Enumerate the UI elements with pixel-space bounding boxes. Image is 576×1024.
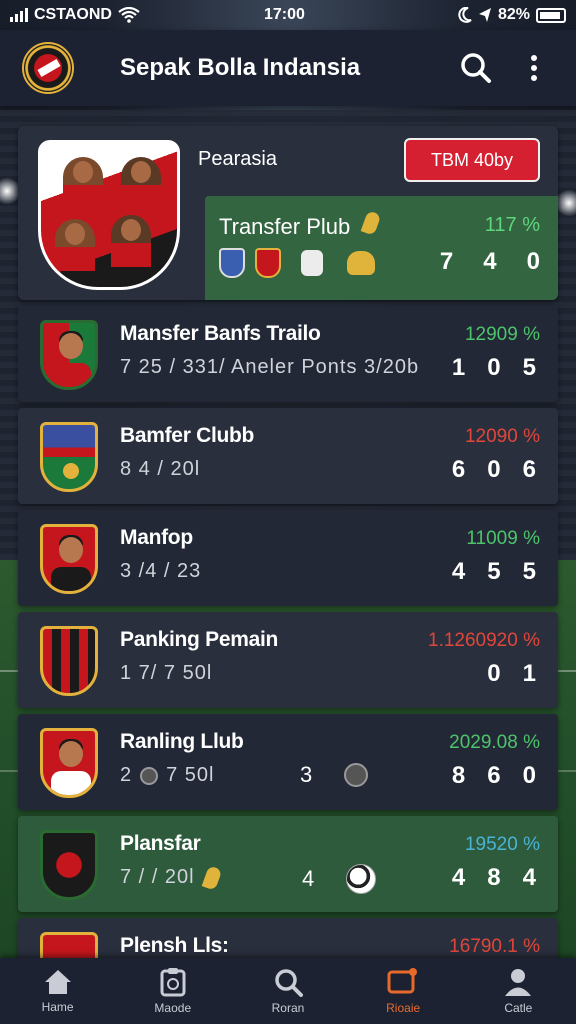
nav-label: Maode	[154, 1001, 192, 1015]
message-icon	[387, 968, 418, 994]
list-item[interactable]: Ranling Llub 2 7 50l 3 2029.08 % 860	[18, 714, 558, 810]
battery-icon	[536, 7, 566, 23]
item-title: Manfop	[120, 526, 193, 549]
nav-label: Roran	[271, 1001, 305, 1015]
nav-label: Rioaie	[386, 1001, 421, 1015]
pin-icon	[361, 210, 382, 236]
item-percent: 1.1260920 %	[428, 630, 540, 651]
club-crest-icon	[40, 830, 98, 900]
carrier-name: CSTAOND	[34, 6, 112, 23]
transfer-title: Transfer Plub	[219, 210, 382, 240]
list-item[interactable]: Plansfar 7 / / 20l 4 19520 % 484	[18, 816, 558, 912]
ball-icon	[140, 766, 159, 785]
item-mid: 3	[300, 762, 369, 788]
search-icon	[275, 969, 303, 997]
item-meta: 2 7 50l	[120, 764, 215, 786]
moon-icon	[458, 7, 472, 23]
item-title: Panking Pemain	[120, 628, 279, 651]
item-percent: 12090 %	[464, 426, 540, 447]
nav-label: Hame	[41, 1000, 74, 1014]
club-icons	[219, 248, 375, 278]
wifi-icon	[118, 7, 140, 23]
player-crest-icon	[40, 728, 98, 798]
featured-action-button[interactable]: TBM 40by	[404, 138, 540, 182]
signal-icon	[10, 8, 28, 22]
team-photo-crest	[38, 140, 180, 290]
club-list: Pearasia TBM 40by Transfer Plub 117 % 74…	[18, 126, 558, 1014]
search-icon	[461, 53, 491, 83]
bird-icon	[347, 251, 375, 275]
home-icon	[44, 970, 71, 994]
bottom-navigation: Hame Maode Roran Rioaie Catle	[0, 958, 576, 1024]
player-crest-icon	[40, 524, 98, 594]
nav-mode[interactable]: Maode	[133, 967, 213, 1015]
item-score: 01	[487, 660, 536, 687]
shield-red-icon	[255, 248, 281, 278]
featured-transfer-panel[interactable]: Transfer Plub 117 % 740	[205, 196, 558, 300]
battery-percent: 82%	[497, 6, 530, 23]
pin-icon	[201, 864, 222, 891]
transfer-percent: 117 %	[484, 214, 540, 236]
item-title: Bamfer Clubb	[120, 424, 255, 447]
item-percent: 2029.08 %	[449, 732, 540, 753]
location-icon	[478, 8, 491, 22]
item-title: Ranling Llub	[120, 730, 244, 753]
shield-blue-icon	[219, 248, 245, 278]
white-badge-icon	[301, 250, 323, 276]
clipboard-icon	[160, 968, 186, 997]
clock: 17:00	[264, 6, 305, 23]
list-item[interactable]: Manfop 3 /4 / 23 11009 % 455	[18, 510, 558, 606]
nav-search[interactable]: Roran	[248, 967, 328, 1015]
search-button[interactable]	[456, 48, 496, 88]
item-meta: 7 25 / 331/ Aneler Ponts 3/20b	[120, 356, 420, 378]
item-percent: 12909 %	[464, 324, 540, 345]
list-item[interactable]: Bamfer Clubb 8 4 / 20l 12090 % 606	[18, 408, 558, 504]
transfer-score: 740	[439, 248, 540, 275]
nav-home[interactable]: Hame	[18, 968, 98, 1014]
item-percent: 19520 %	[464, 834, 540, 855]
more-options-button[interactable]	[514, 48, 554, 88]
list-item[interactable]: Panking Pemain 1 7/ 7 50l 1.1260920 % 01	[18, 612, 558, 708]
item-meta: 3 /4 / 23	[120, 560, 202, 582]
item-score: 455	[451, 558, 536, 585]
nav-messages[interactable]: Rioaie	[363, 967, 443, 1015]
item-score: 105	[451, 354, 536, 381]
item-meta: 1 7/ 7 50l	[120, 662, 213, 684]
app-logo[interactable]	[22, 42, 74, 94]
ball-icon	[344, 763, 369, 787]
nav-profile[interactable]: Catle	[478, 967, 558, 1015]
item-score: 484	[451, 864, 536, 891]
item-meta: 7 / / 20l	[120, 864, 222, 891]
item-mid: 4	[302, 864, 377, 894]
club-crest-icon	[40, 626, 98, 696]
club-crest-icon	[40, 422, 98, 492]
item-title: Plensh Lls:	[120, 934, 229, 957]
item-percent: 11009 %	[466, 528, 540, 549]
more-vertical-icon	[531, 55, 537, 81]
floodlight	[556, 190, 576, 216]
featured-name: Pearasia	[198, 148, 277, 170]
item-title: Mansfer Banfs Trailo	[120, 322, 321, 345]
featured-card[interactable]: Pearasia TBM 40by Transfer Plub 117 % 74…	[18, 126, 558, 300]
item-score: 606	[451, 456, 536, 483]
profile-icon	[505, 969, 532, 996]
item-meta: 8 4 / 20l	[120, 458, 201, 480]
status-bar: CSTAOND 17:00 82%	[0, 0, 576, 30]
nav-label: Catle	[504, 1001, 533, 1015]
app-header: Sepak Bolla Indansia	[0, 30, 576, 106]
page-title: Sepak Bolla Indansia	[120, 54, 361, 81]
player-crest-icon	[40, 320, 98, 390]
soccer-ball-icon	[346, 864, 377, 894]
list-item[interactable]: Mansfer Banfs Trailo 7 25 / 331/ Aneler …	[18, 306, 558, 402]
item-percent: 16790.1 %	[449, 936, 540, 957]
item-score: 860	[451, 762, 536, 789]
item-title: Plansfar	[120, 832, 201, 855]
